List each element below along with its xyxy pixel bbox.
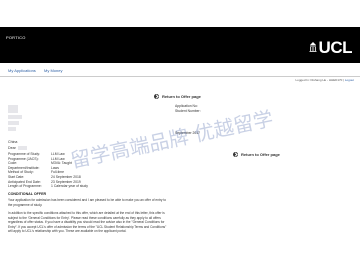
programme-details: Programme of Study: LLM Law Programme (JA… [8, 152, 88, 189]
salutation: Dear [8, 146, 27, 150]
arrow-circle-icon [233, 152, 238, 157]
logged-in-text: Logged In: Dishang He - HHED170 | [295, 78, 344, 82]
arrow-circle-icon [154, 94, 159, 99]
offer-paragraph: Your application for admission has been … [8, 198, 167, 207]
main-nav: My Applications My Money [0, 63, 360, 77]
ucl-logo-text: UCL [318, 37, 353, 57]
redacted-address-line [8, 105, 18, 113]
session-info: Logged In: Dishang He - HHED170 | Logout [295, 78, 354, 82]
return-to-offer-link[interactable]: Return to Offer page [154, 94, 201, 99]
return-to-offer-label: Return to Offer page [241, 152, 280, 157]
redacted-address-line [8, 115, 22, 119]
ucl-logo[interactable]: UCL [309, 37, 353, 57]
nav-my-applications[interactable]: My Applications [8, 68, 36, 73]
letter-date: September 2017 [175, 131, 201, 135]
conditions-paragraph: In addition to the specific conditions a… [8, 211, 167, 233]
portal-header: PORTICO UCL [0, 27, 360, 63]
logout-link[interactable]: Logout [345, 78, 354, 82]
redacted-address-line [8, 121, 19, 125]
portico-dome-icon [309, 42, 317, 52]
detail-row: Length of Programme: 1 Calendar year of s… [8, 184, 88, 189]
nav-my-money[interactable]: My Money [44, 68, 62, 73]
portal-brand: PORTICO [6, 35, 26, 40]
return-to-offer-link[interactable]: Return to Offer page [233, 152, 280, 157]
salutation-text: Dear [8, 146, 16, 150]
recipient-country: China [8, 140, 18, 144]
conditional-offer-heading: CONDITIONAL OFFER [8, 192, 47, 196]
student-number-label: Student Number: [175, 109, 201, 113]
redacted-address-line [8, 127, 16, 131]
reference-block: Application No: Student Number: [175, 104, 201, 114]
redacted-name [17, 146, 27, 150]
return-to-offer-label: Return to Offer page [162, 94, 201, 99]
